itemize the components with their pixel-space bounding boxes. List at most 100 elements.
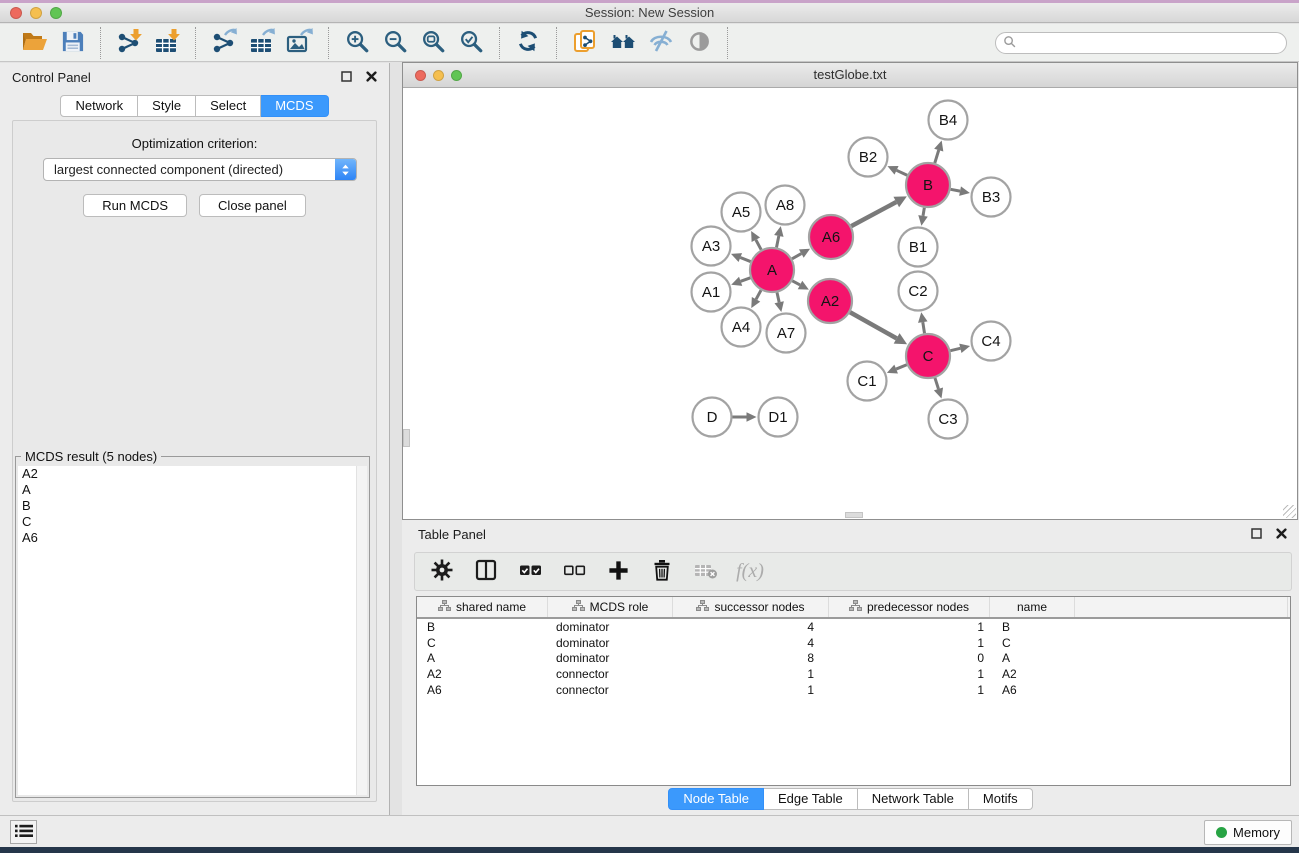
- network-canvas[interactable]: A A1 A2 A3 A4 A5 A6 A7 A8 B B1 B2 B3B4 C C1 C2 C3C4 D D1: [403, 88, 1297, 519]
- graph-node-A4[interactable]: A4: [722, 308, 761, 347]
- tab-select[interactable]: Select: [196, 95, 261, 117]
- graph-node-A1[interactable]: A1: [692, 273, 731, 312]
- graph-node-D[interactable]: D: [693, 398, 732, 437]
- graph-node-B3[interactable]: B3: [972, 178, 1011, 217]
- columns-button[interactable]: [472, 558, 500, 586]
- graph-node-A3[interactable]: A3: [692, 227, 731, 266]
- import-network-button[interactable]: [110, 27, 148, 59]
- graph-node-B2[interactable]: B2: [849, 138, 888, 177]
- graph-edge-A2-C[interactable]: [850, 312, 907, 344]
- graph-node-B[interactable]: B: [906, 163, 950, 207]
- column-header-successor-nodes[interactable]: successor nodes: [673, 597, 829, 617]
- zoom-selected-button[interactable]: [452, 27, 490, 59]
- graph-node-C[interactable]: C: [906, 334, 950, 378]
- graph-node-C1[interactable]: C1: [848, 362, 887, 401]
- table-row[interactable]: A2connector11A2: [417, 666, 1290, 682]
- tab-style[interactable]: Style: [138, 95, 196, 117]
- table-row[interactable]: A6connector11A6: [417, 682, 1290, 698]
- home-button[interactable]: [604, 27, 642, 59]
- gear-button[interactable]: [428, 558, 456, 586]
- tab-network[interactable]: Network: [60, 95, 138, 117]
- graph-edge-A6-B[interactable]: [851, 196, 907, 226]
- tab-network-table[interactable]: Network Table: [858, 788, 969, 810]
- graph-node-D1[interactable]: D1: [759, 398, 798, 437]
- mcds-result-list[interactable]: A2ABCA6: [18, 466, 367, 795]
- search-input[interactable]: [1020, 34, 1286, 52]
- result-list-item[interactable]: A2: [18, 466, 367, 482]
- graph-edge-B-B3[interactable]: [951, 186, 970, 195]
- node-table[interactable]: shared nameMCDS rolesuccessor nodesprede…: [416, 596, 1291, 786]
- tab-node-table[interactable]: Node Table: [668, 788, 764, 810]
- save-button[interactable]: [53, 27, 91, 59]
- search-field[interactable]: [995, 32, 1287, 54]
- tab-motifs[interactable]: Motifs: [969, 788, 1033, 810]
- zoom-in-button[interactable]: [338, 27, 376, 59]
- result-list-scrollbar[interactable]: [356, 466, 367, 795]
- column-header-predecessor-nodes[interactable]: predecessor nodes: [829, 597, 990, 617]
- vertical-scrollbar[interactable]: [403, 429, 410, 447]
- graph-node-C3[interactable]: C3: [929, 400, 968, 439]
- close-panel-button[interactable]: [364, 68, 379, 87]
- table-row[interactable]: Adominator80A: [417, 650, 1290, 666]
- graph-node-A6[interactable]: A6: [809, 215, 853, 259]
- graph-node-A[interactable]: A: [750, 248, 794, 292]
- graph-node-C4[interactable]: C4: [972, 322, 1011, 361]
- graph-edge-A-A4[interactable]: [751, 290, 761, 308]
- graph-node-B1[interactable]: B1: [899, 228, 938, 267]
- graph-edge-C-C1[interactable]: [887, 365, 907, 374]
- network-window-titlebar[interactable]: testGlobe.txt: [403, 63, 1297, 88]
- graph-edge-A-A5[interactable]: [751, 231, 761, 250]
- horizontal-scrollbar[interactable]: [845, 512, 863, 518]
- result-list-item[interactable]: A: [18, 482, 367, 498]
- tab-edge-table[interactable]: Edge Table: [764, 788, 858, 810]
- graph-node-A7[interactable]: A7: [767, 314, 806, 353]
- graph-node-B4[interactable]: B4: [929, 101, 968, 140]
- float-table-panel-button[interactable]: [1249, 525, 1264, 544]
- graph-edge-B-B2[interactable]: [887, 166, 907, 175]
- graph-edge-C-C4[interactable]: [950, 344, 970, 353]
- column-header-MCDS-role[interactable]: MCDS role: [548, 597, 673, 617]
- table-row[interactable]: Bdominator41B: [417, 619, 1290, 635]
- memory-button[interactable]: Memory: [1204, 820, 1292, 845]
- result-list-item[interactable]: B: [18, 498, 367, 514]
- graph-edge-C-C3[interactable]: [934, 378, 943, 399]
- graph-node-C2[interactable]: C2: [899, 272, 938, 311]
- graph-edge-A-A2[interactable]: [792, 281, 809, 290]
- graph-edge-A-A1[interactable]: [731, 277, 750, 286]
- refresh-button[interactable]: [509, 27, 547, 59]
- graph-edge-A-A6[interactable]: [792, 249, 810, 259]
- deselect-all-button[interactable]: [560, 558, 588, 586]
- resize-grip[interactable]: [1283, 505, 1296, 518]
- graph-node-A2[interactable]: A2: [808, 279, 852, 323]
- graph-node-A5[interactable]: A5: [722, 193, 761, 232]
- hide-details-button[interactable]: [642, 27, 680, 59]
- import-table-button[interactable]: [148, 27, 186, 59]
- float-panel-button[interactable]: [339, 68, 354, 87]
- select-all-button[interactable]: [516, 558, 544, 586]
- graph-edge-B-B4[interactable]: [934, 141, 943, 163]
- add-button[interactable]: [604, 558, 632, 586]
- column-header-name[interactable]: name: [990, 597, 1075, 617]
- network-graph[interactable]: A A1 A2 A3 A4 A5 A6 A7 A8 B B1 B2 B3B4 C C1 C2 C3C4 D D1: [403, 88, 1297, 519]
- run-mcds-button[interactable]: Run MCDS: [83, 194, 187, 217]
- export-image-button[interactable]: [281, 27, 319, 59]
- graph-edge-A-A8[interactable]: [774, 226, 783, 247]
- result-list-item[interactable]: A6: [18, 530, 367, 546]
- open-button[interactable]: [15, 27, 53, 59]
- column-header-shared-name[interactable]: shared name: [417, 597, 548, 617]
- delete-button[interactable]: [648, 558, 676, 586]
- optimization-criterion-select[interactable]: largest connected component (directed): [43, 158, 357, 181]
- tab-mcds[interactable]: MCDS: [261, 95, 328, 117]
- zoom-fit-button[interactable]: [414, 27, 452, 59]
- close-panel-action-button[interactable]: Close panel: [199, 194, 306, 217]
- table-row[interactable]: Cdominator41C: [417, 635, 1290, 651]
- graph-edge-A-A7[interactable]: [774, 292, 783, 312]
- export-network-button[interactable]: [205, 27, 243, 59]
- graph-edge-A-A3[interactable]: [731, 253, 751, 262]
- export-table-button[interactable]: [243, 27, 281, 59]
- clone-network-button[interactable]: [566, 27, 604, 59]
- graph-edge-B-B1[interactable]: [918, 208, 927, 226]
- show-details-button[interactable]: [680, 27, 718, 59]
- zoom-out-button[interactable]: [376, 27, 414, 59]
- graph-node-A8[interactable]: A8: [766, 186, 805, 225]
